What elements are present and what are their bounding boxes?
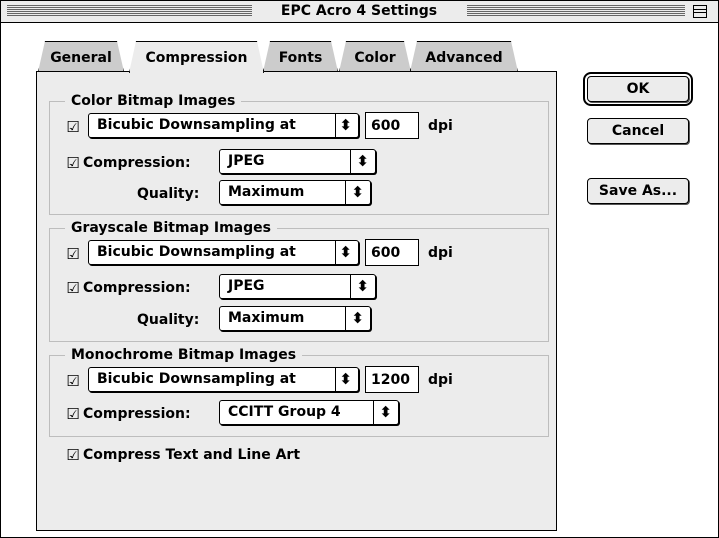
- color-downsample-checkbox[interactable]: ☑: [65, 119, 81, 135]
- monochrome-group-title: Monochrome Bitmap Images: [65, 346, 303, 364]
- popup-arrows-icon: ⬍: [356, 277, 369, 295]
- title-stripes-right: [467, 5, 685, 17]
- monochrome-dpi-field[interactable]: 1200: [365, 366, 419, 393]
- grayscale-compression-label: Compression:: [83, 280, 191, 296]
- save-as-button[interactable]: Save As...: [587, 178, 689, 204]
- popup-separator: [335, 368, 336, 391]
- popup-arrows-icon: ⬍: [351, 183, 364, 201]
- grayscale-quality-popup[interactable]: Maximum ⬍: [219, 306, 371, 331]
- grayscale-downsample-value: Bicubic Downsampling at: [97, 244, 296, 260]
- grayscale-compression-value: JPEG: [228, 278, 265, 294]
- popup-separator: [373, 401, 374, 424]
- grayscale-compression-popup[interactable]: JPEG ⬍: [219, 274, 376, 299]
- grayscale-downsample-popup[interactable]: Bicubic Downsampling at ⬍: [88, 240, 359, 265]
- monochrome-compression-popup[interactable]: CCITT Group 4 ⬍: [219, 400, 399, 425]
- popup-separator: [350, 150, 351, 173]
- tab-fonts-label: Fonts: [278, 50, 323, 66]
- color-dpi-field[interactable]: 600: [365, 112, 419, 139]
- settings-window: EPC Acro 4 Settings General Compression …: [0, 0, 719, 538]
- color-group-title: Color Bitmap Images: [65, 92, 242, 110]
- popup-arrows-icon: ⬍: [356, 152, 369, 170]
- color-downsample-value: Bicubic Downsampling at: [97, 117, 296, 133]
- color-compression-label: Compression:: [83, 155, 191, 171]
- tab-advanced[interactable]: Advanced: [410, 41, 518, 72]
- grayscale-quality-value: Maximum: [228, 310, 305, 326]
- popup-separator: [350, 275, 351, 298]
- popup-arrows-icon: ⬍: [339, 243, 352, 261]
- compression-panel: Color Bitmap Images ☑ Bicubic Downsampli…: [36, 71, 557, 531]
- grayscale-quality-label: Quality:: [137, 312, 200, 328]
- monochrome-downsample-value: Bicubic Downsampling at: [97, 371, 296, 387]
- popup-separator: [335, 241, 336, 264]
- grayscale-downsample-checkbox[interactable]: ☑: [65, 246, 81, 262]
- title-bar[interactable]: EPC Acro 4 Settings: [1, 1, 718, 23]
- color-quality-label: Quality:: [137, 186, 200, 202]
- tab-compression-label: Compression: [145, 50, 248, 66]
- popup-arrows-icon: ⬍: [351, 309, 364, 327]
- ok-button[interactable]: OK: [583, 72, 693, 106]
- monochrome-downsample-popup[interactable]: Bicubic Downsampling at ⬍: [88, 367, 359, 392]
- title-stripes-left: [7, 5, 252, 17]
- cancel-button[interactable]: Cancel: [587, 118, 689, 144]
- tab-compression[interactable]: Compression: [129, 41, 264, 73]
- popup-arrows-icon: ⬍: [379, 403, 392, 421]
- popup-arrows-icon: ⬍: [339, 370, 352, 388]
- color-downsample-popup[interactable]: Bicubic Downsampling at ⬍: [88, 113, 359, 138]
- color-compression-popup[interactable]: JPEG ⬍: [219, 149, 376, 174]
- compress-text-checkbox[interactable]: ☑: [65, 447, 81, 463]
- monochrome-compression-value: CCITT Group 4: [228, 404, 341, 420]
- popup-separator: [335, 114, 336, 137]
- color-compression-value: JPEG: [228, 153, 265, 169]
- monochrome-dpi-unit: dpi: [428, 372, 453, 388]
- tab-general-label: General: [50, 50, 112, 66]
- tab-fonts[interactable]: Fonts: [263, 41, 338, 72]
- monochrome-compression-label: Compression:: [83, 406, 191, 422]
- color-compression-checkbox[interactable]: ☑: [65, 155, 81, 171]
- grayscale-compression-checkbox[interactable]: ☑: [65, 280, 81, 296]
- tab-color-label: Color: [354, 50, 396, 66]
- tab-general[interactable]: General: [38, 41, 124, 72]
- color-quality-popup[interactable]: Maximum ⬍: [219, 180, 371, 205]
- grayscale-dpi-unit: dpi: [428, 245, 453, 261]
- color-quality-value: Maximum: [228, 184, 305, 200]
- grayscale-dpi-field[interactable]: 600: [365, 239, 419, 266]
- zoom-box-icon[interactable]: [693, 5, 707, 18]
- compress-text-label[interactable]: Compress Text and Line Art: [83, 445, 300, 465]
- tab-advanced-label: Advanced: [425, 50, 503, 66]
- popup-separator: [345, 307, 346, 330]
- popup-separator: [345, 181, 346, 204]
- monochrome-downsample-checkbox[interactable]: ☑: [65, 373, 81, 389]
- window-title: EPC Acro 4 Settings: [253, 2, 465, 21]
- color-dpi-unit: dpi: [428, 118, 453, 134]
- grayscale-group-title: Grayscale Bitmap Images: [65, 219, 277, 237]
- monochrome-compression-checkbox[interactable]: ☑: [65, 406, 81, 422]
- popup-arrows-icon: ⬍: [339, 116, 352, 134]
- tab-color[interactable]: Color: [339, 41, 411, 72]
